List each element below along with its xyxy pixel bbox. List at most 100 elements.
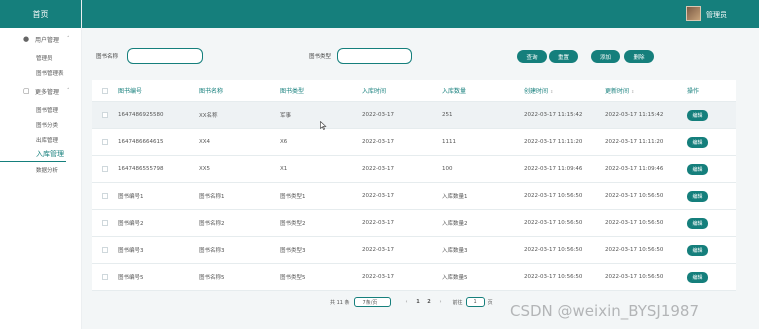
goto-page-input[interactable]: 1 [465, 297, 485, 307]
table-cell: 100 [442, 166, 453, 172]
sidebar: 首页 ● 用户管理 ˄ 管理员 图书管理表 ▢ 更多管理 ˄ 图书管理 图书分类 出库管理 入库管理数… [0, 0, 82, 329]
row-select-cell[interactable] [92, 139, 117, 145]
table-cell: 图书类型3 [280, 248, 306, 254]
page-number-2[interactable]: 2 [424, 299, 435, 305]
select-all-checkbox[interactable] [101, 87, 108, 94]
table-row[interactable]: 1647486555798 XX5 X1 2022-03-17 100 2022-03-1… [92, 156, 736, 183]
reset-button[interactable]: 重置 [549, 50, 578, 63]
avatar[interactable] [686, 6, 701, 21]
col-header-updated-label: 更新时间 [605, 88, 630, 95]
sidebar-item[interactable]: 图书管理表 [0, 65, 81, 80]
chevron-up-icon: ˄ [67, 36, 70, 42]
table-cell: 2022-03-17 10:56:50 [605, 220, 664, 226]
row-checkbox[interactable] [101, 166, 108, 172]
edit-button[interactable]: 编辑 [687, 217, 708, 229]
table-row[interactable]: 1647486925580 XX名称 军事 2022-03-17 251 2022-03-… [92, 102, 736, 129]
col-header-book-name: 图书名称 [199, 88, 224, 95]
table-cell: 2022-03-17 11:11:20 [605, 139, 664, 145]
table-cell: 2022-03-17 [362, 247, 394, 253]
reset-button-label: 重置 [557, 54, 569, 61]
search-label-book-type: 图书类型 [309, 54, 332, 60]
table-cell: 入库数量1 [442, 194, 468, 200]
table-cell: 图书名称3 [199, 248, 225, 254]
sidebar-group-label: 更多管理 [35, 88, 60, 96]
select-all-cell[interactable] [92, 87, 117, 94]
sidebar-item[interactable]: 出库管理 [0, 132, 81, 147]
current-user-label[interactable]: 管理员 [706, 10, 727, 20]
sort-icon[interactable]: ⇕ [550, 89, 553, 94]
edit-button[interactable]: 编辑 [687, 190, 708, 202]
page-size-value: 7条/页 [362, 299, 378, 306]
col-header-stock-qty: 入库数量 [442, 88, 467, 95]
table-row[interactable]: 图书编号1 图书名称1 图书类型1 2022-03-17 入库数量1 2022-03-17… [92, 183, 736, 210]
sidebar-item[interactable]: 管理员 [0, 50, 81, 65]
book-type-search-input[interactable] [337, 48, 412, 64]
row-select-cell[interactable] [92, 112, 117, 118]
sidebar-group-1[interactable]: ▢ 更多管理 ˄ [0, 80, 81, 102]
table-cell: 2022-03-17 [362, 112, 394, 118]
delete-button[interactable]: 删除 [624, 50, 654, 63]
sidebar-home-label: 首页 [32, 9, 49, 19]
table-cell: 图书名称2 [199, 221, 225, 227]
row-checkbox[interactable] [101, 112, 108, 118]
mouse-cursor-icon [320, 121, 327, 130]
row-checkbox[interactable] [101, 247, 108, 253]
table-row[interactable]: 图书编号2 图书名称2 图书类型2 2022-03-17 入库数量2 2022-03-17… [92, 210, 736, 237]
edit-button[interactable]: 编辑 [687, 109, 708, 121]
col-header-book-id: 图书编号 [118, 88, 143, 95]
page-number-1[interactable]: 1 [413, 299, 424, 305]
table-cell: XX4 [199, 139, 211, 145]
next-page-icon[interactable]: › [440, 299, 442, 305]
edit-button[interactable]: 编辑 [687, 136, 708, 148]
row-checkbox[interactable] [101, 193, 108, 199]
actions-cell: 编辑 [687, 136, 731, 148]
add-button[interactable]: 添加 [591, 50, 620, 63]
edit-button[interactable]: 编辑 [687, 244, 708, 256]
table-cell: 2022-03-17 [362, 220, 394, 226]
row-select-cell[interactable] [92, 193, 117, 199]
query-button[interactable]: 查询 [517, 50, 547, 63]
table-cell: 2022-03-17 10:56:50 [605, 247, 664, 253]
table-cell: XX5 [199, 166, 211, 172]
sidebar-item[interactable]: 图书分类 [0, 117, 81, 132]
row-select-cell[interactable] [92, 166, 117, 172]
delete-button-label: 删除 [633, 54, 645, 61]
row-select-cell[interactable] [92, 220, 117, 226]
col-header-created-label: 创建时间 [524, 88, 549, 95]
table-cell: 2022-03-17 11:15:42 [524, 112, 583, 118]
sort-icon[interactable]: ⇕ [631, 89, 634, 94]
sidebar-group-0[interactable]: ● 用户管理 ˄ [0, 28, 81, 50]
book-name-search-input[interactable] [127, 48, 203, 64]
goto-suffix: 页 [487, 299, 493, 306]
table-cell: 1647486925580 [118, 112, 164, 118]
row-checkbox[interactable] [101, 274, 108, 280]
table-cell: 军事 [280, 113, 292, 119]
page-size-select[interactable]: 7条/页 [353, 297, 391, 307]
table-row[interactable]: 图书编号5 图书名称5 图书类型5 2022-03-17 入库数量5 2022-03-17… [92, 264, 736, 291]
table-row[interactable]: 1647486664615 XX4 X6 2022-03-17 1111 2022-03-… [92, 129, 736, 156]
table-cell: X6 [280, 139, 288, 145]
prev-page-icon[interactable]: ‹ [406, 299, 408, 305]
table-cell: 1111 [442, 139, 456, 145]
stock-in-table: 图书编号 图书名称 图书类型 入库时间 入库数量 创建时间 ⇕ 更新时间 ⇕ 操作 … [92, 80, 736, 291]
table-cell: 2022-03-17 10:56:50 [605, 193, 664, 199]
actions-cell: 编辑 [687, 109, 731, 121]
table-cell: 2022-03-17 11:09:46 [524, 166, 583, 172]
col-header-updated[interactable]: 更新时间 ⇕ [605, 86, 687, 95]
edit-button[interactable]: 编辑 [687, 163, 708, 175]
table-cell: 图书编号3 [118, 248, 144, 254]
row-checkbox[interactable] [101, 139, 108, 145]
row-select-cell[interactable] [92, 274, 117, 280]
table-header: 图书编号 图书名称 图书类型 入库时间 入库数量 创建时间 ⇕ 更新时间 ⇕ 操作 [92, 80, 736, 102]
sidebar-item[interactable]: 图书管理 [0, 102, 81, 117]
table-row[interactable]: 图书编号3 图书名称3 图书类型3 2022-03-17 入库数量3 2022-03-17… [92, 237, 736, 264]
sidebar-item[interactable]: 数据分析 [0, 162, 81, 177]
user-icon: ● [23, 35, 30, 43]
row-select-cell[interactable] [92, 247, 117, 253]
edit-button[interactable]: 编辑 [687, 271, 708, 283]
col-header-created[interactable]: 创建时间 ⇕ [524, 86, 605, 95]
sidebar-home[interactable]: 首页 [0, 0, 81, 28]
sidebar-item[interactable]: 入库管理 [0, 147, 66, 162]
row-checkbox[interactable] [101, 220, 108, 226]
table-cell: 图书名称1 [199, 194, 225, 200]
